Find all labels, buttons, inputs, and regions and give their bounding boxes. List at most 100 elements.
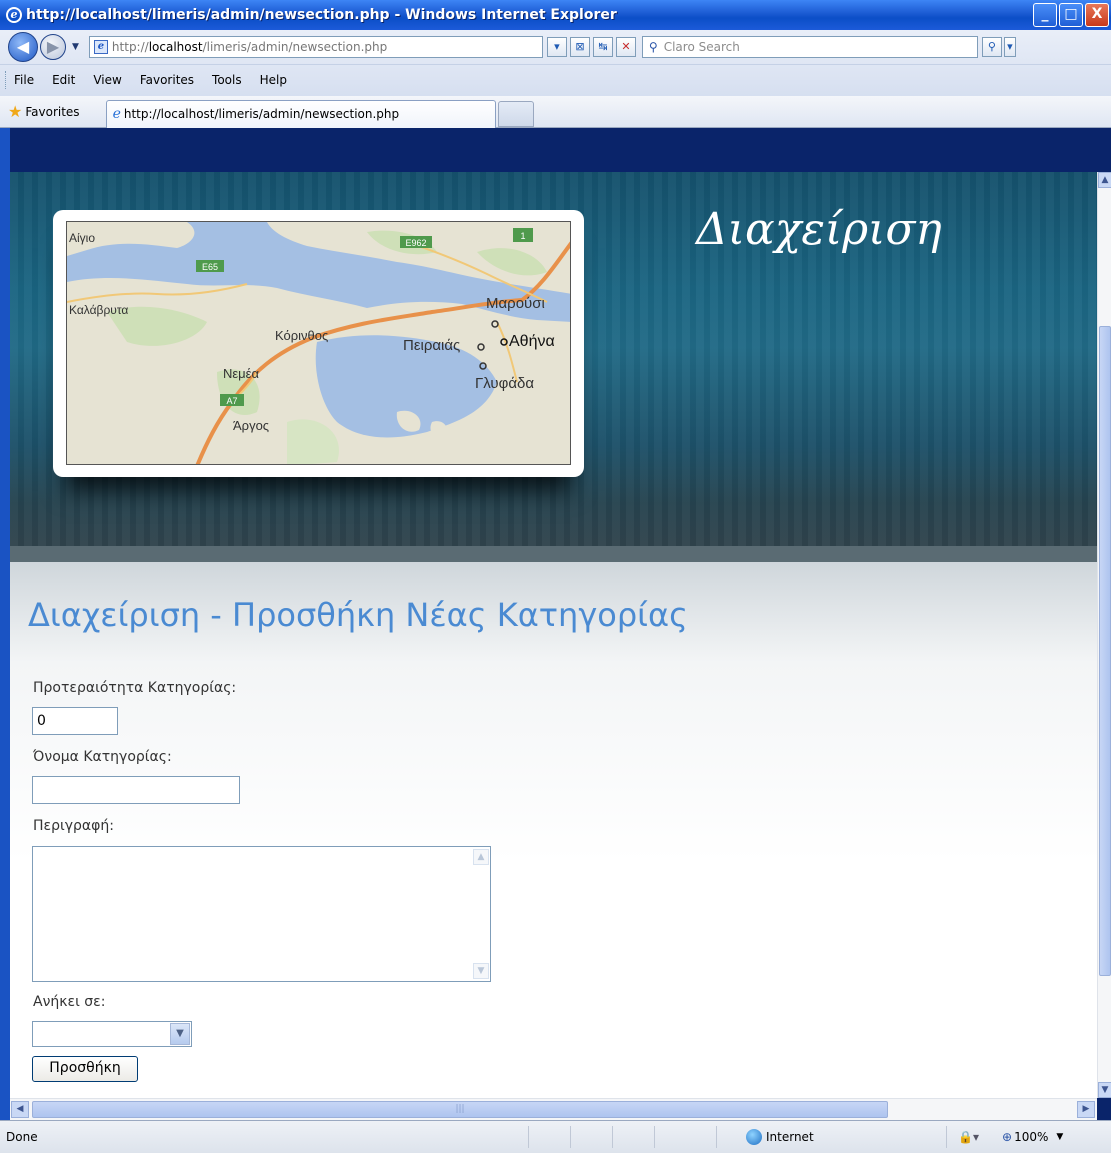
zoom-icon: ⊕	[1002, 1130, 1013, 1144]
favorites-label: Favorites	[25, 104, 80, 119]
map-label-marousi: Μαρούσι	[486, 295, 545, 312]
ie-tab-icon: e	[112, 106, 121, 122]
maximize-button[interactable]: □	[1059, 3, 1083, 27]
horizontal-scrollbar[interactable]: ◀ ||| ▶	[10, 1098, 1097, 1120]
main-content: Διαχείριση - Προσθήκη Νέας Κατηγορίας Πρ…	[10, 562, 1097, 1098]
browser-window: e http://localhost/limeris/admin/newsect…	[0, 0, 1111, 1153]
minimize-button[interactable]: _	[1033, 3, 1057, 27]
scroll-down-icon[interactable]: ▼	[1098, 1082, 1111, 1098]
menu-edit[interactable]: Edit	[52, 73, 75, 87]
page-viewport: Διαχείριση E65 E962 A7 1 Αίγιο Καλάβρυτα…	[10, 172, 1097, 1098]
status-segment	[612, 1126, 654, 1148]
vertical-scrollbar[interactable]: ▲ ▼	[1097, 172, 1111, 1098]
map-label-kalavryta: Καλάβρυτα	[69, 303, 128, 317]
status-segment	[946, 1126, 958, 1148]
address-prefix: http://	[111, 40, 149, 54]
scroll-right-icon[interactable]: ▶	[1077, 1101, 1095, 1118]
zoom-text: 100%	[1014, 1130, 1049, 1144]
category-name-label: Όνομα Κατηγορίας:	[33, 749, 172, 765]
priority-label: Προτεραιότητα Κατηγορίας:	[33, 680, 237, 696]
map-image: E65 E962 A7 1 Αίγιο Καλάβρυτα Κόρινθος Ν…	[66, 221, 571, 465]
status-segment	[716, 1126, 746, 1148]
history-dropdown-icon[interactable]: ▼	[72, 42, 79, 52]
search-options-icon[interactable]: ▾	[1003, 37, 1016, 57]
close-button[interactable]: X	[1085, 3, 1109, 27]
scroll-up-icon[interactable]: ▲	[473, 849, 489, 865]
parent-select[interactable]: ▼	[32, 1021, 192, 1047]
menu-view[interactable]: View	[93, 73, 121, 87]
window-frame	[0, 128, 10, 1120]
scroll-up-icon[interactable]: ▲	[1098, 172, 1111, 188]
map-card: E65 E962 A7 1 Αίγιο Καλάβρυτα Κόρινθος Ν…	[53, 210, 584, 477]
tab-title: http://localhost/limeris/admin/newsectio…	[123, 107, 400, 121]
map-label-nemea: Νεμέα	[223, 366, 259, 381]
parent-label: Ανήκει σε:	[33, 994, 106, 1010]
search-icon: ⚲	[648, 40, 658, 54]
search-input[interactable]: ⚲ Claro Search	[641, 36, 978, 58]
search-go-icon[interactable]: ⚲	[981, 37, 1002, 57]
page-title: Διαχείριση - Προσθήκη Νέας Κατηγορίας	[28, 596, 688, 634]
address-row: ◀ ▶ ▼ e http://localhost/limeris/admin/n…	[0, 30, 1111, 64]
road-badge-1: 1	[520, 231, 525, 241]
page-icon: e	[93, 40, 108, 54]
scroll-thumb-horizontal[interactable]: |||	[32, 1101, 888, 1118]
address-bar[interactable]: e http://localhost/limeris/admin/newsect…	[88, 36, 543, 58]
title-bar: e http://localhost/limeris/admin/newsect…	[0, 0, 1111, 30]
site-banner: Διαχείριση E65 E962 A7 1 Αίγιο Καλάβρυτα…	[10, 172, 1097, 562]
menu-file[interactable]: File	[14, 73, 34, 87]
road-badge-e962: E962	[405, 238, 426, 248]
new-tab-button[interactable]	[497, 101, 534, 127]
favorites-bar: ★ Favorites e http://localhost/limeris/a…	[0, 96, 1111, 128]
stop-icon[interactable]: ✕	[615, 37, 636, 57]
map-label-athina: Αθήνα	[509, 333, 555, 350]
favorites-star-icon: ★	[8, 102, 23, 121]
toolbar-grip	[5, 70, 8, 89]
status-bar: Done Internet 🔒▾ ⊕ 100% ▼	[0, 1120, 1111, 1153]
description-textarea[interactable]: ▲ ▼	[32, 846, 491, 982]
road-badge-e65: E65	[202, 262, 218, 272]
menu-bar: File Edit View Favorites Tools Help	[0, 64, 1111, 94]
zoom-dropdown-icon[interactable]: ▼	[1056, 1132, 1063, 1142]
menu-favorites[interactable]: Favorites	[140, 73, 194, 87]
site-brand: Διαχείριση	[696, 204, 942, 255]
road-badge-a7: A7	[226, 396, 237, 406]
globe-icon	[746, 1129, 762, 1145]
map-label-korinthos: Κόρινθος	[275, 328, 328, 343]
back-arrow-icon[interactable]: ◀	[8, 32, 38, 62]
priority-input[interactable]: 0	[32, 707, 118, 735]
menu-help[interactable]: Help	[260, 73, 287, 87]
description-label: Περιγραφή:	[33, 818, 114, 834]
address-path: /limeris/admin/newsection.php	[202, 40, 388, 54]
add-button[interactable]: Προσθήκη	[32, 1056, 138, 1082]
scroll-thumb[interactable]	[1099, 326, 1111, 976]
window-title: http://localhost/limeris/admin/newsectio…	[26, 7, 617, 23]
zoom-control[interactable]: ⊕ 100% ▼	[1002, 1130, 1072, 1144]
forward-arrow-icon[interactable]: ▶	[40, 34, 66, 60]
navigation-bar: ◀ ▶ ▼ e http://localhost/limeris/admin/n…	[0, 30, 1111, 96]
tab-active[interactable]: e http://localhost/limeris/admin/newsect…	[105, 99, 496, 128]
refresh-icon[interactable]: ↹	[592, 37, 613, 57]
status-segment	[528, 1126, 570, 1148]
status-segment	[570, 1126, 612, 1148]
favorites-button[interactable]: ★ Favorites	[8, 102, 80, 121]
banner-bottom-band	[10, 546, 1097, 562]
address-host: localhost	[148, 40, 203, 54]
zone-text: Internet	[766, 1130, 814, 1144]
scroll-down-icon[interactable]: ▼	[473, 963, 489, 979]
compatibility-icon[interactable]: ⊠	[569, 37, 590, 57]
map-label-peiraias: Πειραιάς	[403, 337, 460, 354]
ie-logo-icon: e	[6, 7, 22, 23]
status-segment	[654, 1126, 716, 1148]
address-dropdown-icon[interactable]: ▾	[546, 37, 567, 57]
menu-tools[interactable]: Tools	[212, 73, 242, 87]
scroll-left-icon[interactable]: ◀	[11, 1101, 29, 1118]
textarea-scrollbar[interactable]: ▲ ▼	[473, 847, 490, 981]
category-name-input[interactable]	[32, 776, 240, 804]
protected-mode-icon[interactable]: 🔒▾	[958, 1130, 1002, 1144]
map-svg: E65 E962 A7 1 Αίγιο Καλάβρυτα Κόρινθος Ν…	[67, 222, 570, 464]
map-label-argos: Άργος	[233, 418, 269, 433]
chevron-down-icon[interactable]: ▼	[170, 1023, 190, 1045]
search-placeholder: Claro Search	[663, 40, 740, 54]
status-text: Done	[6, 1130, 38, 1144]
map-label-glyfada: Γλυφάδα	[475, 375, 534, 392]
